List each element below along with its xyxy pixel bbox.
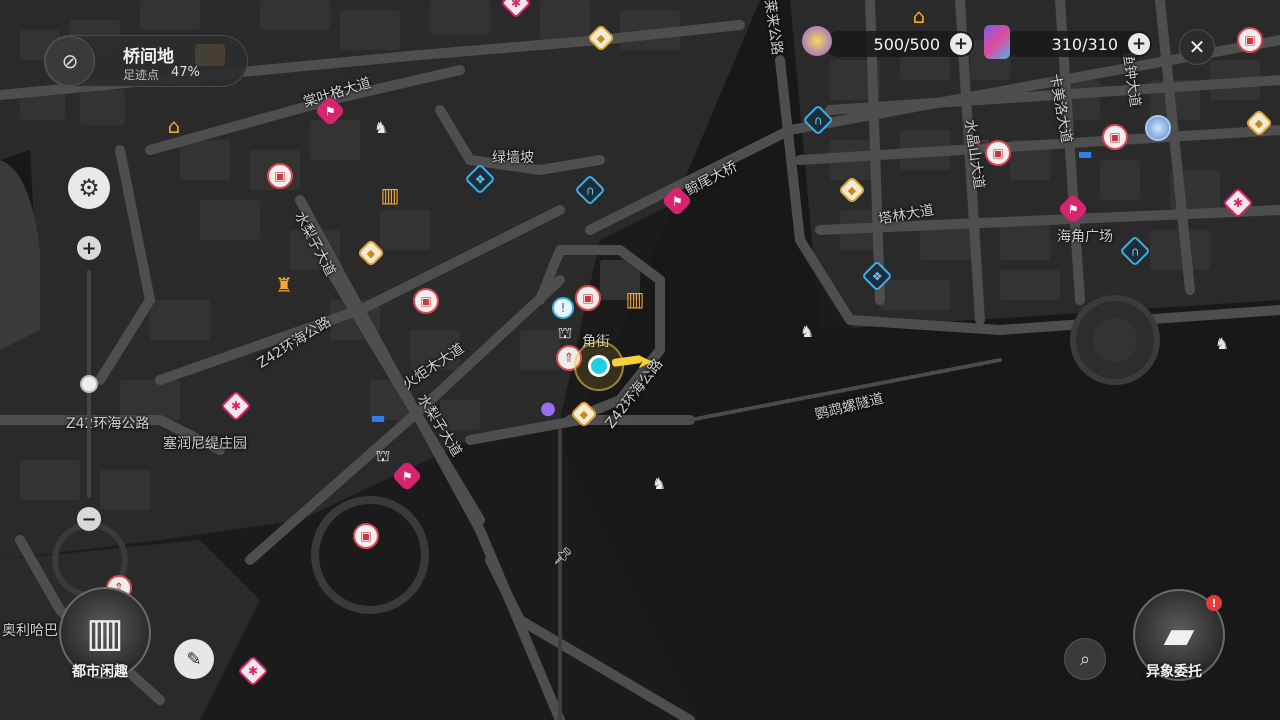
compass-icon[interactable]: ⊘	[45, 36, 95, 86]
vending-machine-icon[interactable]: ▣	[413, 288, 439, 314]
city-buildings-icon: ▥	[86, 610, 124, 656]
close-button[interactable]: ✕	[1179, 29, 1215, 65]
notes-edit-icon[interactable]: ✎	[174, 639, 214, 679]
shrine-icon[interactable]: ♜	[271, 272, 297, 298]
vending-machine-icon[interactable]: ▣	[353, 523, 379, 549]
shop-icon[interactable]: ▥	[622, 286, 648, 312]
player-cursor-icon: ➤	[636, 349, 654, 373]
crystal-ball-icon[interactable]: ●	[535, 395, 561, 421]
map-pin-icon[interactable]: 📌︎	[550, 542, 576, 568]
player-location	[588, 355, 610, 377]
stamina-counter: 500/500 +	[826, 31, 974, 57]
zoom-slider-handle[interactable]	[80, 375, 98, 393]
vending-machine-icon[interactable]: ▣	[575, 285, 601, 311]
cafe-icon[interactable]: ⛫	[370, 443, 396, 469]
card-value: 310/310	[1051, 34, 1118, 54]
vending-machine-icon[interactable]: ▣	[267, 163, 293, 189]
info-icon[interactable]: !	[552, 297, 574, 319]
home-icon[interactable]: ⌂	[906, 3, 932, 29]
stamina-icon	[802, 26, 832, 56]
stamina-value: 500/500	[873, 34, 940, 54]
orb-icon[interactable]	[1145, 115, 1171, 141]
zoom-out-button[interactable]: −	[77, 507, 101, 531]
add-card-button[interactable]: +	[1128, 33, 1150, 55]
folder-icon: ▰	[1163, 612, 1195, 658]
add-stamina-button[interactable]: +	[950, 33, 972, 55]
map-search-icon[interactable]: ⌕	[1064, 638, 1106, 680]
car-icon[interactable]: ▬	[1072, 140, 1098, 166]
card-icon	[984, 25, 1010, 59]
vending-machine-icon[interactable]: ▣	[1102, 124, 1128, 150]
tv-icon[interactable]: ▭	[970, 130, 996, 156]
footprint-label: 足迹点	[123, 68, 160, 82]
map-label-z42-highway-c: Z42环海公路	[66, 416, 150, 432]
vending-machine-icon[interactable]: ▣	[1237, 27, 1263, 53]
cafe-icon[interactable]: ⛫	[552, 320, 578, 346]
settings-gear-icon[interactable]: ⚙	[68, 167, 110, 209]
bangboo-icon[interactable]: ♞	[794, 318, 820, 344]
city-leisure-label: 都市闲趣	[72, 664, 128, 680]
area-name: 桥间地	[123, 47, 174, 67]
map-label-luqiang-slope: 绿墙坡	[492, 150, 534, 166]
bangboo-icon[interactable]: ♞	[646, 470, 672, 496]
bangboo-icon[interactable]: ♞	[368, 114, 394, 140]
notification-badge: !	[1206, 595, 1222, 611]
anomaly-commission-label: 异象委托	[1146, 664, 1202, 680]
home-icon[interactable]: ⌂	[161, 113, 187, 139]
zoom-in-button[interactable]: +	[77, 236, 101, 260]
map-label-haijiao-plaza: 海角广场	[1057, 229, 1113, 245]
bangboo-icon[interactable]: ♞	[1209, 330, 1235, 356]
car-icon[interactable]: ▬	[365, 404, 391, 430]
area-info-panel[interactable]: ⊘ 桥间地 足迹点 47%	[44, 35, 248, 87]
shop-icon[interactable]: ▥	[377, 182, 403, 208]
map-label-aolihabar: 奥利哈巴	[2, 623, 58, 639]
map-label-sairun-manor: 塞润尼缇庄园	[163, 436, 247, 452]
card-counter: 310/310 +	[1004, 31, 1152, 57]
footprint-value: 47%	[171, 65, 200, 80]
area-badge-icon	[195, 44, 225, 66]
